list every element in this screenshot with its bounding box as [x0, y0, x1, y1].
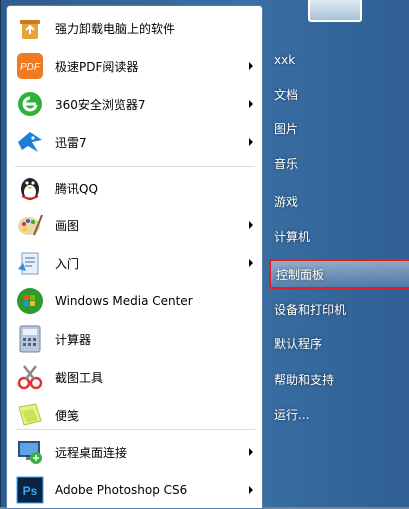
submenu-arrow-icon: [249, 138, 253, 146]
snipping-tool-icon: [15, 362, 45, 392]
program-label: 远程桌面连接: [55, 445, 128, 460]
place-run[interactable]: 运行...: [269, 400, 408, 428]
program-label: 迅雷7: [55, 135, 87, 150]
program-label: 画图: [55, 218, 80, 233]
program-snipping-tool[interactable]: 截图工具: [11, 359, 259, 395]
place-games[interactable]: 游戏: [269, 187, 408, 215]
place-computer[interactable]: 计算机: [269, 222, 408, 250]
trash-recycle-icon: [15, 13, 45, 43]
program-label: 强力卸载电脑上的软件: [55, 21, 176, 36]
program-uninstaller[interactable]: 强力卸载电脑上的软件: [11, 10, 259, 46]
place-control-panel[interactable]: 控制面板: [269, 259, 409, 289]
photoshop-icon: Ps: [15, 475, 45, 505]
submenu-arrow-icon: [249, 221, 253, 229]
program-paint[interactable]: 画图: [11, 207, 259, 243]
program-label: 入门: [55, 256, 80, 271]
place-default-programs[interactable]: 默认程序: [269, 329, 408, 357]
remote-desktop-icon: [15, 437, 45, 467]
program-calculator[interactable]: 计算器: [11, 321, 259, 357]
program-label: 腾讯QQ: [55, 181, 98, 196]
program-getting-started[interactable]: 入门: [11, 245, 259, 281]
svg-text:Ps: Ps: [23, 484, 38, 498]
program-label: 极速PDF阅读器: [55, 59, 139, 74]
program-remote-desktop[interactable]: 远程桌面连接: [11, 434, 259, 470]
pdf-reader-icon: PDF: [15, 51, 45, 81]
paint-palette-icon: [15, 210, 45, 240]
place-pictures[interactable]: 图片: [269, 114, 408, 142]
separator: [15, 429, 255, 430]
submenu-arrow-icon: [249, 448, 253, 456]
program-media-center[interactable]: Windows Media Center: [11, 283, 259, 319]
start-menu: 强力卸载电脑上的软件 PDF 极速PDF阅读器 360安全浏览器7 迅雷7 腾讯…: [0, 0, 409, 509]
program-label: Windows Media Center: [55, 294, 193, 308]
program-360-browser[interactable]: 360安全浏览器7: [11, 86, 259, 122]
place-devices-printers[interactable]: 设备和打印机: [269, 295, 408, 323]
place-help-support[interactable]: 帮助和支持: [269, 365, 408, 393]
program-label: 360安全浏览器7: [55, 97, 146, 112]
program-label: 便笺: [55, 408, 80, 423]
submenu-arrow-icon: [249, 486, 253, 494]
program-photoshop[interactable]: Ps Adobe Photoshop CS6: [11, 472, 259, 508]
qq-penguin-icon: [15, 173, 45, 203]
submenu-arrow-icon: [249, 259, 253, 267]
submenu-arrow-icon: [249, 100, 253, 108]
program-label: 计算器: [55, 332, 92, 347]
place-documents[interactable]: 文档: [269, 80, 408, 108]
program-sticky-notes[interactable]: 便笺: [11, 397, 259, 433]
separator: [15, 166, 255, 167]
program-xunlei[interactable]: 迅雷7: [11, 124, 259, 160]
360-browser-icon: [15, 89, 45, 119]
calculator-icon: [15, 324, 45, 354]
program-label: Adobe Photoshop CS6: [55, 483, 188, 497]
places-pane: xxk 文档 图片 音乐 游戏 计算机 控制面板 设备和打印机 默认程序 帮助和…: [263, 0, 409, 507]
place-music[interactable]: 音乐: [269, 149, 408, 177]
windows-media-center-icon: [15, 286, 45, 316]
svg-text:PDF: PDF: [20, 62, 41, 73]
getting-started-icon: [15, 248, 45, 278]
sticky-notes-icon: [15, 400, 45, 430]
submenu-arrow-icon: [249, 62, 253, 70]
program-label: 截图工具: [55, 370, 104, 385]
programs-pane: 强力卸载电脑上的软件 PDF 极速PDF阅读器 360安全浏览器7 迅雷7 腾讯…: [6, 5, 263, 509]
place-user-folder[interactable]: xxk: [269, 46, 408, 74]
program-pdf-reader[interactable]: PDF 极速PDF阅读器: [11, 48, 259, 84]
program-qq[interactable]: 腾讯QQ: [11, 170, 259, 206]
xunlei-bird-icon: [15, 127, 45, 157]
